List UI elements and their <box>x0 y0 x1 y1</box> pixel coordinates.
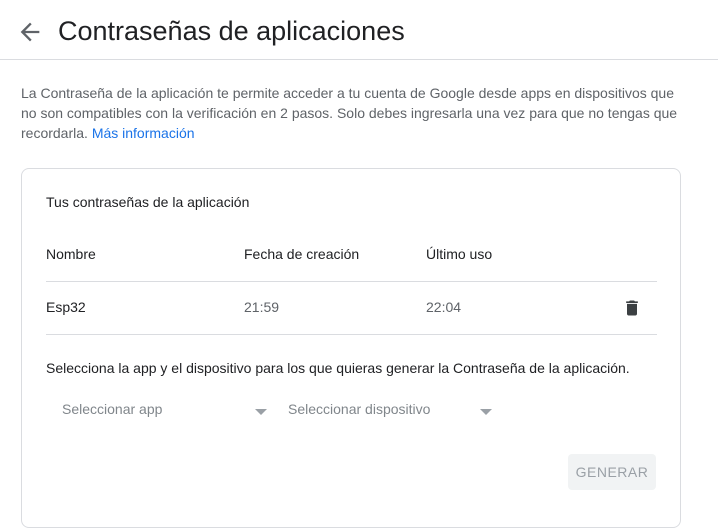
trash-icon[interactable] <box>622 297 642 319</box>
table-divider <box>46 334 657 335</box>
app-passwords-card: Tus contraseñas de la aplicación Nombre … <box>21 168 681 528</box>
arrow-back-icon[interactable] <box>16 18 44 46</box>
column-header-created: Fecha de creación <box>244 246 360 262</box>
select-app-dropdown[interactable]: Seleccionar app <box>46 399 270 423</box>
select-device-label: Seleccionar dispositivo <box>288 401 431 417</box>
card-title: Tus contraseñas de la aplicación <box>46 194 250 210</box>
more-info-link[interactable]: Más información <box>92 125 195 141</box>
row-created: 21:59 <box>244 299 280 315</box>
row-name: Esp32 <box>46 299 86 315</box>
page-title: Contraseñas de aplicaciones <box>58 16 405 46</box>
column-header-last-used: Último uso <box>426 246 493 262</box>
column-header-name: Nombre <box>46 246 96 262</box>
select-device-dropdown[interactable]: Seleccionar dispositivo <box>272 399 496 423</box>
generate-button[interactable]: GENERAR <box>568 454 656 490</box>
row-last-used: 22:04 <box>426 299 462 315</box>
table-divider <box>46 281 657 282</box>
dropdown-arrow-icon <box>255 409 267 415</box>
generate-instructions: Selecciona la app y el dispositivo para … <box>46 360 630 376</box>
select-app-label: Seleccionar app <box>62 401 163 417</box>
dropdown-arrow-icon <box>480 409 492 415</box>
intro-text: La Contraseña de la aplicación te permit… <box>21 83 681 143</box>
page-header: Contraseñas de aplicaciones <box>0 0 718 60</box>
